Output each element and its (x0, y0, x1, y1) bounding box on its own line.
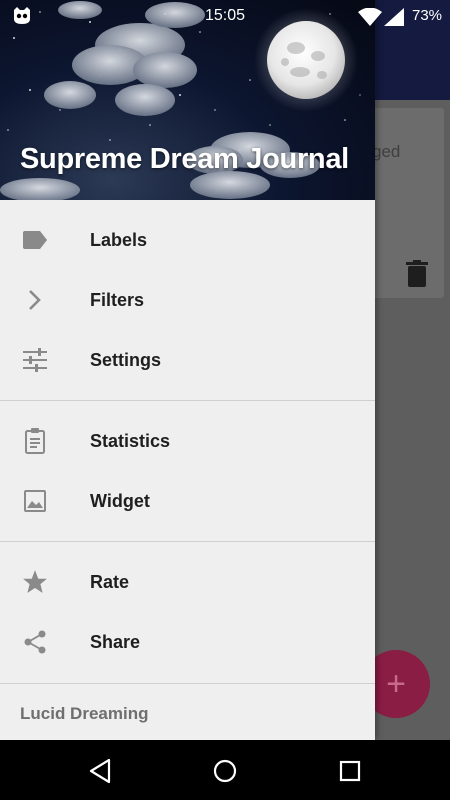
cell-signal-icon (384, 8, 404, 26)
section-divider (0, 400, 375, 401)
footer-lucid-dreaming[interactable]: Lucid Dreaming (20, 704, 148, 724)
menu-item-widget[interactable]: Widget (0, 471, 375, 531)
system-nav-bar (0, 740, 450, 800)
menu-item-labels[interactable]: Labels (0, 210, 375, 270)
image-icon (22, 488, 48, 514)
menu-label-labels: Labels (90, 229, 148, 250)
dream-card-text: ged (372, 142, 401, 161)
menu-item-settings[interactable]: Settings (0, 330, 375, 390)
home-icon[interactable] (212, 758, 238, 784)
menu-label-widget: Widget (90, 490, 150, 511)
section-divider (0, 541, 375, 542)
menu-label-settings: Settings (90, 349, 162, 370)
menu-label-share: Share (90, 631, 141, 652)
menu-label-statistics: Statistics (90, 430, 171, 451)
back-icon[interactable] (87, 758, 113, 784)
app-title: Supreme Dream Journal (20, 143, 349, 175)
status-time: 15:05 (204, 7, 246, 24)
dream-card (364, 108, 444, 298)
navigation-drawer: Supreme Dream Journal Labels Filters Set… (0, 0, 375, 740)
clipboard-icon (22, 428, 48, 454)
add-icon: + (386, 665, 406, 703)
recents-icon[interactable] (337, 758, 363, 784)
battery-percent: 73% (412, 7, 443, 24)
sliders-icon (22, 347, 48, 373)
status-bar: 15:05 73% (0, 0, 450, 32)
menu-label-rate: Rate (90, 571, 130, 592)
menu-label-filters: Filters (90, 289, 145, 310)
chevron-right-icon (22, 287, 48, 313)
menu-item-statistics[interactable]: Statistics (0, 411, 375, 471)
wifi-icon (358, 8, 382, 26)
section-divider (0, 683, 375, 684)
trash-icon (406, 260, 428, 287)
menu-item-rate[interactable]: Rate (0, 552, 375, 612)
star-icon (22, 569, 48, 595)
menu-item-share[interactable]: Share (0, 612, 375, 672)
share-icon (22, 629, 48, 655)
menu-item-filters[interactable]: Filters (0, 270, 375, 330)
label-tag-icon (22, 227, 48, 253)
